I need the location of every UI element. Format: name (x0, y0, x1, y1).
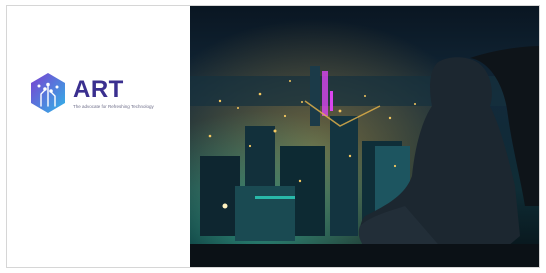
night-city-photo (190, 6, 539, 267)
logo-tagline: The advocate for Refreshing Technology (73, 103, 154, 109)
night-city-woman-photo (190, 6, 539, 267)
brand-logo: ART The advocate for Refreshing Technolo… (29, 72, 154, 114)
banner-card: ART The advocate for Refreshing Technolo… (6, 5, 540, 268)
logo-text: ART The advocate for Refreshing Technolo… (73, 75, 154, 109)
logo-name: ART (73, 75, 124, 103)
logo-panel: ART The advocate for Refreshing Technolo… (7, 6, 190, 267)
circuit-hexagon-icon (31, 73, 65, 113)
